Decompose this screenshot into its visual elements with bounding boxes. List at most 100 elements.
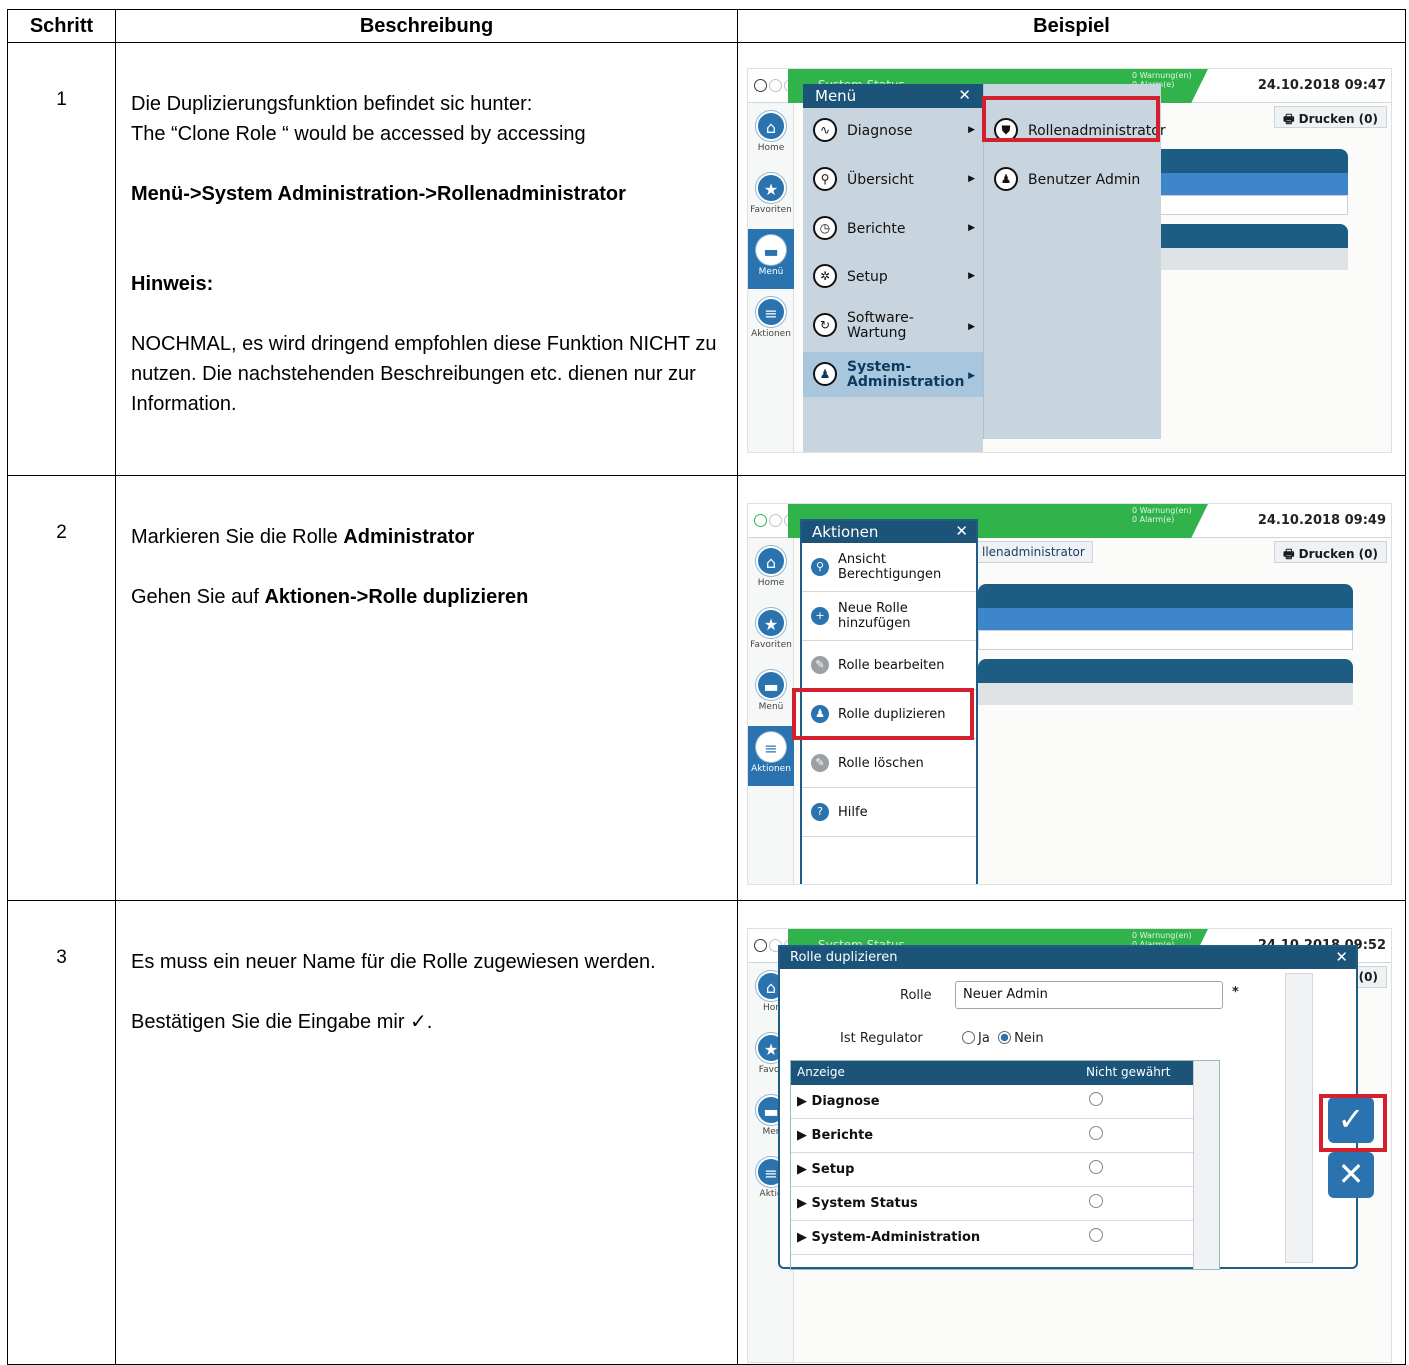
table-row[interactable]: ▶ Diagnose [791,1085,1219,1119]
table-row[interactable]: ▶ Setup [791,1153,1219,1187]
star-icon: ★ [756,173,786,203]
plus-icon: + [811,607,829,625]
chevron-right-icon: ▶ [968,371,975,381]
sidebar-menu[interactable]: ▬ Menü [748,229,794,289]
printer-icon: 🖶 [1283,547,1299,561]
action-add-role[interactable]: + Neue Rolle hinzufügen [802,592,976,641]
table-row[interactable]: ▶ System Status [791,1187,1219,1221]
header-schritt: Schritt [7,9,116,43]
permissions-grid: Anzeige Nicht gewährt ▶ Diagnose ▶ Berich… [790,1060,1220,1270]
radio-ja[interactable] [962,1031,975,1044]
close-icon[interactable]: ✕ [955,522,968,540]
sidebar-actions[interactable]: ≡ Aktionen [748,291,794,351]
chevron-right-icon: ▶ [968,174,975,184]
regulator-label: Ist Regulator [840,1031,923,1046]
delete-icon: ✎ [811,754,829,772]
step-number: 3 [7,900,116,1365]
print-button[interactable]: 🖶 Drucken (0) [1274,541,1387,563]
cancel-button[interactable]: ✕ [1328,1152,1374,1198]
sidebar-actions[interactable]: ≡ Aktionen [748,726,794,786]
menu-item-overview[interactable]: ⚲ Übersicht ▶ [803,157,983,202]
required-marker: * [1232,985,1239,1000]
menu-item-setup[interactable]: ✲ Setup ▶ [803,254,983,299]
radio-not-granted [1089,1228,1103,1242]
datetime: 24.10.2018 09:49 [1257,513,1386,528]
menu-item-software[interactable]: ↻ Software- Wartung ▶ [803,303,983,348]
desc-line: Gehen Sie auf Aktionen->Rolle dupliziere… [131,586,529,608]
example-cell: 0 Warnung(en) 0 Alarm(e) 24.10.2018 09:49… [737,475,1406,901]
chevron-right-icon: ▶ [968,223,975,233]
desc-line: Markieren Sie die Rolle Administrator [131,526,475,548]
step-number: 1 [7,42,116,476]
menu-item-system-admin[interactable]: ♟ System- Administration ▶ [803,352,983,397]
hint-title: Hinweis: [131,273,214,295]
action-delete-role[interactable]: ✎ Rolle löschen [802,739,976,788]
radio-nein[interactable] [998,1031,1012,1044]
breadcrumb[interactable]: llenadministrator [973,541,1093,563]
actions-icon: ≡ [756,732,786,762]
instruction-table: Schritt Beschreibung Beispiel 1 Die Dupl… [7,9,1406,1365]
submenu-user-admin[interactable]: ♟ Benutzer Admin [984,157,1161,202]
highlight-box [1319,1094,1387,1152]
actions-icon: ≡ [756,297,786,327]
desc-line: Bestätigen Sie die Eingabe mir ✓. [131,1011,433,1033]
header-beschreibung: Beschreibung [115,9,738,43]
sidebar-favorites[interactable]: ★ Favoriten [748,167,794,227]
dialog-scrollbar[interactable] [1285,973,1313,1263]
highlight-box [792,688,974,740]
menu-item-diagnose[interactable]: ∿ Diagnose ▶ [803,108,983,153]
menu-item-reports[interactable]: ◷ Berichte ▶ [803,206,983,251]
close-icon[interactable]: ✕ [1335,948,1348,966]
example-cell: System Status 0 Warnung(en)0 Alarm(e) 24… [737,900,1406,1365]
table-row[interactable]: ▶ System-Administration [791,1221,1219,1255]
print-button[interactable]: 🖶 Drucken (0) [1274,106,1387,128]
example-cell: System Status 0 Warnung(en)0 Alarm(e) 24… [737,42,1406,476]
dialog-header: Rolle duplizieren ✕ [780,947,1356,969]
clock-icon: ◷ [813,216,837,240]
radio-not-granted [1089,1194,1103,1208]
radio-not-granted [1089,1092,1103,1106]
action-edit-role[interactable]: ✎ Rolle bearbeiten [802,641,976,690]
printer-icon: 🖶 [1283,112,1299,126]
sidebar-home[interactable]: ⌂ Home [748,540,794,600]
menu-path: Menü->System Administration->Rollenadmin… [131,183,626,205]
star-icon: ★ [756,608,786,638]
grid-scrollbar[interactable] [1193,1061,1219,1269]
role-label: Rolle [900,988,932,1003]
chevron-right-icon: ▶ [968,125,975,135]
pencil-icon: ✎ [811,656,829,674]
radio-not-granted [1089,1160,1103,1174]
step-description: Markieren Sie die Rolle Administrator Ge… [115,475,738,901]
screenshot-duplicate-dialog: System Status 0 Warnung(en)0 Alarm(e) 24… [747,928,1392,1363]
desc-line: Die Duplizierungsfunktion befindet sic h… [131,93,533,115]
screenshot-actions: 0 Warnung(en) 0 Alarm(e) 24.10.2018 09:49… [747,503,1392,885]
close-icon[interactable]: ✕ [958,86,971,104]
home-icon: ⌂ [756,546,786,576]
menu-icon: ▬ [756,670,786,700]
sidebar: ⌂ Home ★ Favoriten ▬ Menü ≡ Aktionen [748,103,794,452]
step-description: Es muss ein neuer Name für die Rolle zug… [115,900,738,1365]
datetime: 24.10.2018 09:47 [1257,78,1386,93]
screenshot-menu: System Status 0 Warnung(en)0 Alarm(e) 24… [747,68,1392,453]
step-description: Die Duplizierungsfunktion befindet sic h… [115,42,738,476]
sidebar-menu[interactable]: ▬ Menü [748,664,794,724]
magnifier-icon: ⚲ [811,558,829,576]
desc-line: The “Clone Role “ would be accessed by a… [131,123,586,145]
sidebar-home[interactable]: ⌂ Home [748,105,794,165]
main-menu: Menü ✕ ∿ Diagnose ▶ ⚲ Übersicht ▶ ◷ Berichte ▶ … [803,84,983,452]
highlight-box [982,96,1160,142]
desc-line: Es muss ein neuer Name für die Rolle zug… [131,951,656,973]
chevron-right-icon: ▶ [968,271,975,281]
home-icon: ⌂ [756,111,786,141]
help-icon: ? [811,803,829,821]
menu-header: Menü ✕ [803,84,983,108]
grid-header: Anzeige Nicht gewährt [791,1061,1219,1085]
action-view-permissions[interactable]: ⚲ Ansicht Berechtigungen [802,543,976,592]
table-row[interactable]: ▶ Berichte [791,1119,1219,1153]
role-name-input[interactable]: Neuer Admin [955,981,1223,1009]
actions-header: Aktionen ✕ [802,521,976,543]
regulator-options: Ja Nein [962,1031,1044,1046]
action-help[interactable]: ? Hilfe [802,788,976,837]
header-beispiel: Beispiel [737,9,1406,43]
sidebar-favorites[interactable]: ★ Favoriten [748,602,794,662]
